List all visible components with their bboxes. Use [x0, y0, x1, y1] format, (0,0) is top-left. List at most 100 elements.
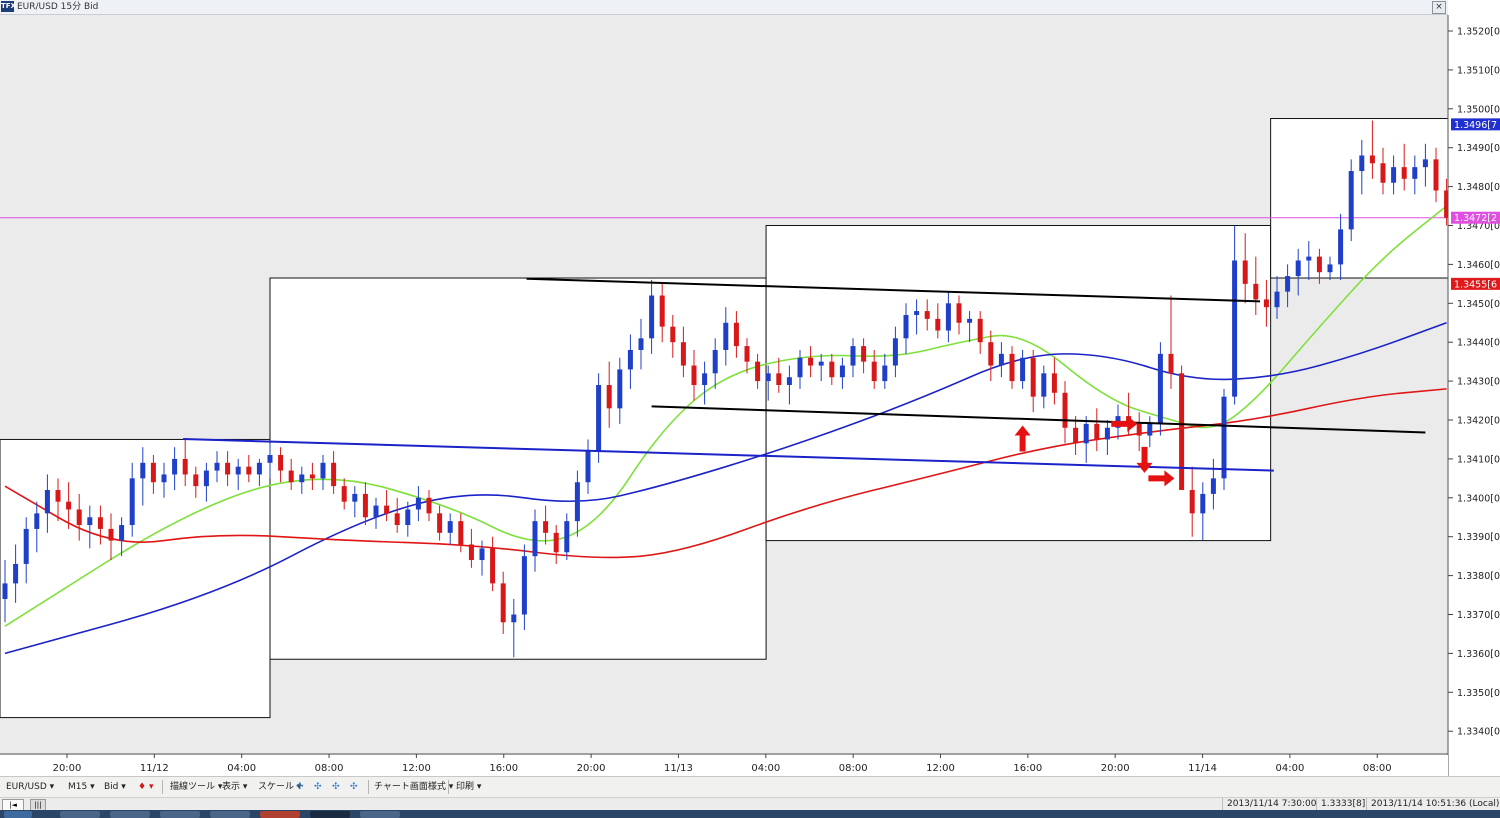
- taskbar-app[interactable]: [160, 811, 200, 818]
- candle-body: [1274, 291, 1280, 308]
- candle-body: [1030, 357, 1036, 397]
- candle-body: [172, 458, 178, 475]
- price-type-label: Bid: [104, 782, 119, 792]
- print-menu[interactable]: 印刷 ▾: [456, 780, 481, 794]
- candle-body: [13, 563, 19, 584]
- chevron-down-icon: ▾: [242, 782, 248, 792]
- candle-body: [44, 490, 50, 514]
- taskbar-app[interactable]: [360, 811, 400, 818]
- candle-body: [161, 474, 167, 483]
- candle-body: [235, 466, 241, 475]
- candle-body: [2, 583, 8, 599]
- candle-body: [468, 544, 474, 561]
- taskbar-app[interactable]: [260, 811, 300, 818]
- draw-tools-label: 描線ツール: [170, 782, 216, 792]
- candle-body: [765, 373, 771, 382]
- price-chart[interactable]: 1.3520[0] 1.3510[0] 1.3500[0] 1.3490[0] 1.34…: [0, 0, 1500, 776]
- candle-body: [1073, 427, 1079, 444]
- candle-body: [1412, 167, 1418, 179]
- candle-body: [617, 369, 623, 409]
- zoom-in-y-button[interactable]: ✣: [332, 780, 340, 794]
- candle-body: [150, 462, 156, 483]
- candle-body: [659, 295, 665, 327]
- zoom-out-y-button[interactable]: ✣: [350, 780, 358, 794]
- price-tag-label: 1.3455[6: [1454, 279, 1497, 290]
- chevron-down-icon: ▾: [121, 782, 126, 792]
- chevron-down-icon: ▾: [476, 782, 482, 792]
- candle-body: [892, 338, 898, 366]
- candle-body: [1041, 373, 1047, 397]
- candle-body: [1433, 159, 1439, 191]
- price-axis-label: 1.3360[0]: [1457, 649, 1500, 660]
- candle-body: [786, 377, 792, 385]
- price-tag-label: 1.3472[2: [1454, 213, 1497, 224]
- scale-menu[interactable]: スケール ▾: [258, 780, 301, 794]
- candle-body: [914, 311, 920, 315]
- price-type-dropdown[interactable]: Bid ▾: [104, 780, 126, 794]
- zoom-in-x-button[interactable]: ✣: [296, 780, 304, 794]
- candle-body: [405, 509, 411, 526]
- candle-body: [214, 462, 220, 471]
- taskbar-app[interactable]: [210, 811, 250, 818]
- time-axis-label: 20:00: [53, 763, 82, 774]
- candle-body: [733, 322, 739, 347]
- pin-icon-button[interactable]: ♦ ▾: [138, 780, 153, 794]
- toolbar-divider: [368, 780, 369, 794]
- candle-body: [1200, 493, 1206, 514]
- chevron-down-icon: ▾: [90, 782, 95, 792]
- candle-body: [511, 614, 517, 623]
- candle-body: [680, 342, 686, 366]
- time-axis-label: 11/12: [140, 763, 169, 774]
- candle-body: [278, 455, 284, 471]
- candle-body: [1338, 229, 1344, 265]
- candle-body: [1232, 260, 1238, 397]
- candle-body: [34, 513, 40, 529]
- price-tag-label: 1.3496[7: [1454, 120, 1497, 131]
- time-axis-label: 12:00: [402, 763, 431, 774]
- price-axis-label: 1.3350[0]: [1457, 688, 1500, 699]
- candle-body: [1391, 167, 1397, 183]
- symbol-dropdown[interactable]: EUR/USD ▾: [6, 780, 54, 794]
- candle-body: [87, 517, 93, 526]
- candle-body: [808, 357, 814, 366]
- chevron-down-icon: ▾: [148, 782, 154, 792]
- zoom-out-x-button[interactable]: ✣: [314, 780, 322, 794]
- range-box: [269, 277, 767, 660]
- candle-body: [352, 493, 358, 502]
- candle-body: [850, 346, 856, 366]
- candle-body: [447, 521, 453, 533]
- candle-body: [1327, 264, 1333, 273]
- candle-body: [267, 455, 273, 463]
- candle-body: [1051, 373, 1057, 393]
- display-menu[interactable]: 表示 ▾: [222, 780, 247, 794]
- candle-body: [935, 318, 941, 331]
- candle-body: [998, 353, 1004, 366]
- taskbar-app[interactable]: [110, 811, 150, 818]
- price-axis-label: 1.3410[0]: [1457, 454, 1500, 465]
- symbol-label: EUR/USD: [6, 782, 47, 792]
- candle-body: [606, 384, 612, 409]
- candle-body: [956, 303, 962, 323]
- candle-body: [712, 349, 718, 374]
- time-axis-label: 04:00: [1275, 763, 1304, 774]
- candle-body: [1083, 423, 1089, 444]
- candle-body: [903, 314, 909, 339]
- display-label: 表示: [222, 782, 241, 792]
- candle-body: [1104, 427, 1110, 440]
- print-label: 印刷: [456, 782, 475, 792]
- chevron-down-icon: ▾: [49, 782, 55, 792]
- price-axis-label: 1.3440[0]: [1457, 338, 1500, 349]
- candle-body: [1359, 155, 1365, 172]
- candle-body: [1147, 423, 1153, 436]
- range-box: [765, 225, 1272, 542]
- draw-tools-menu[interactable]: 描線ツール ▾: [170, 780, 222, 794]
- chart-style-menu[interactable]: チャート画面様式 ▾: [374, 780, 453, 794]
- taskbar-app[interactable]: [310, 811, 350, 818]
- scale-label: スケール: [258, 782, 295, 792]
- timeframe-dropdown[interactable]: M15 ▾: [68, 780, 95, 794]
- candle-body: [203, 470, 209, 487]
- candle-body: [871, 361, 877, 382]
- taskbar-app[interactable]: [60, 811, 100, 818]
- candle-body: [1179, 373, 1185, 491]
- start-button[interactable]: [4, 811, 32, 818]
